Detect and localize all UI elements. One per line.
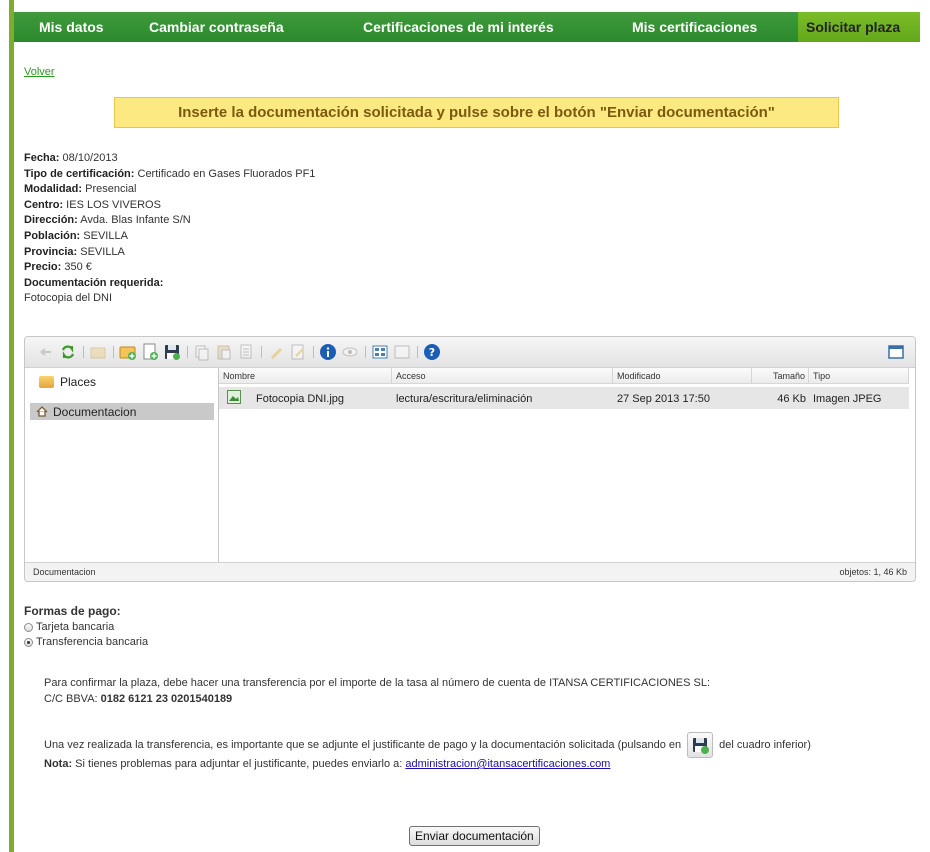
top-navigation: Mis datos Cambiar contraseña Certificaci… (14, 12, 920, 42)
column-header-size[interactable]: Tamaño (752, 368, 809, 384)
account-line: C/C BBVA: 0182 6121 23 0201540189 (44, 693, 233, 705)
status-path: Documentacion (33, 567, 96, 577)
nav-solicitar-plaza[interactable]: Solicitar plaza (798, 12, 920, 42)
edit-file-icon[interactable] (289, 343, 307, 361)
detail-modalidad: Modalidad: Presencial (24, 183, 137, 196)
paste-icon[interactable] (215, 343, 233, 361)
status-count: objetos: 1, 46 Kb (839, 567, 907, 577)
upload-save-icon[interactable] (163, 343, 181, 361)
preview-eye-icon[interactable] (341, 343, 359, 361)
list-view-icon[interactable] (393, 343, 411, 361)
back-arrow-icon[interactable] (37, 343, 55, 361)
upload-save-icon-inline (687, 732, 714, 758)
detail-documentacion: Documentación requerida: (24, 276, 164, 289)
home-icon (36, 406, 48, 417)
radio-transfer[interactable] (24, 638, 33, 647)
help-icon[interactable]: ? (423, 343, 441, 361)
column-header-modified[interactable]: Modificado (613, 368, 752, 384)
nav-mis-datos[interactable]: Mis datos (39, 19, 104, 35)
file-manager-statusbar: Documentacion objetos: 1, 46 Kb (25, 562, 915, 581)
detail-fecha: Fecha: 08/10/2013 (24, 152, 118, 164)
radio-card[interactable] (24, 623, 33, 632)
new-folder-icon[interactable] (119, 343, 137, 361)
email-link[interactable]: administracion@itansacertificaciones.com (405, 758, 610, 770)
certification-details: Fecha: 08/10/2013 Tipo de certificación:… (24, 151, 315, 307)
detail-provincia: Provincia: SEVILLA (24, 245, 125, 258)
svg-text:?: ? (429, 346, 435, 359)
file-modified: 27 Sep 2013 17:50 (617, 393, 710, 405)
detail-tipo: Tipo de certificación: Certificado en Ga… (24, 167, 316, 180)
fullscreen-icon[interactable] (887, 343, 905, 361)
nav-cambiar-contrasena[interactable]: Cambiar contraseña (149, 19, 284, 35)
file-manager: ? Places Documentacion Nombre Acceso Mod… (24, 336, 916, 582)
send-documentation-button[interactable]: Enviar documentación (409, 826, 540, 846)
column-header-type[interactable]: Tipo (809, 368, 909, 384)
file-size: 46 Kb (777, 393, 806, 405)
attach-instructions: Una vez realizada la transferencia, es i… (44, 732, 811, 758)
back-link[interactable]: Volver (24, 66, 55, 78)
note-line: Nota: Si tienes problemas para adjuntar … (44, 758, 611, 770)
places-header: Places (39, 375, 96, 389)
transfer-instructions: Para confirmar la plaza, debe hacer una … (44, 677, 711, 705)
detail-poblacion: Población: SEVILLA (24, 229, 128, 242)
detail-centro: Centro: IES LOS VIVEROS (24, 198, 161, 211)
nav-solicitar-plaza-label: Solicitar plaza (806, 19, 901, 35)
instruction-banner: Inserte la documentación solicitada y pu… (114, 97, 839, 128)
detail-precio: Precio: 350 € (24, 261, 92, 274)
payment-methods: Formas de pago: Tarjeta bancaria Transfe… (24, 604, 148, 650)
places-folder-icon (39, 376, 54, 388)
column-header-name[interactable]: Nombre (219, 368, 392, 384)
file-manager-toolbar: ? (25, 337, 915, 368)
detail-direccion: Dirección: Avda. Blas Infante S/N (24, 214, 191, 227)
file-access: lectura/escritura/eliminación (396, 393, 533, 405)
image-file-icon (227, 390, 241, 406)
required-document: Fotocopia del DNI (24, 292, 113, 305)
payment-option-card[interactable]: Tarjeta bancaria (24, 620, 148, 635)
payment-option-transfer[interactable]: Transferencia bancaria (24, 635, 148, 650)
file-list: Nombre Acceso Modificado Tamaño Tipo Fot… (219, 368, 915, 564)
nav-certificaciones-interes[interactable]: Certificaciones de mi interés (363, 19, 554, 35)
new-file-icon[interactable] (141, 343, 159, 361)
file-type: Imagen JPEG (813, 393, 882, 405)
column-header-access[interactable]: Acceso (392, 368, 613, 384)
file-manager-sidebar: Places Documentacion (25, 368, 219, 564)
file-name[interactable]: Fotocopia DNI.jpg (256, 391, 344, 407)
nav-mis-certificaciones[interactable]: Mis certificaciones (632, 19, 757, 35)
duplicate-icon[interactable] (237, 343, 255, 361)
folder-documentacion[interactable]: Documentacion (30, 403, 214, 420)
open-folder-icon[interactable] (89, 343, 107, 361)
payment-title: Formas de pago: (24, 604, 121, 618)
copy-icon[interactable] (193, 343, 211, 361)
reload-icon[interactable] (59, 343, 77, 361)
rename-pencil-icon[interactable] (267, 343, 285, 361)
info-icon[interactable] (319, 343, 337, 361)
icons-view-icon[interactable] (371, 343, 389, 361)
left-accent-bar (9, 0, 14, 852)
